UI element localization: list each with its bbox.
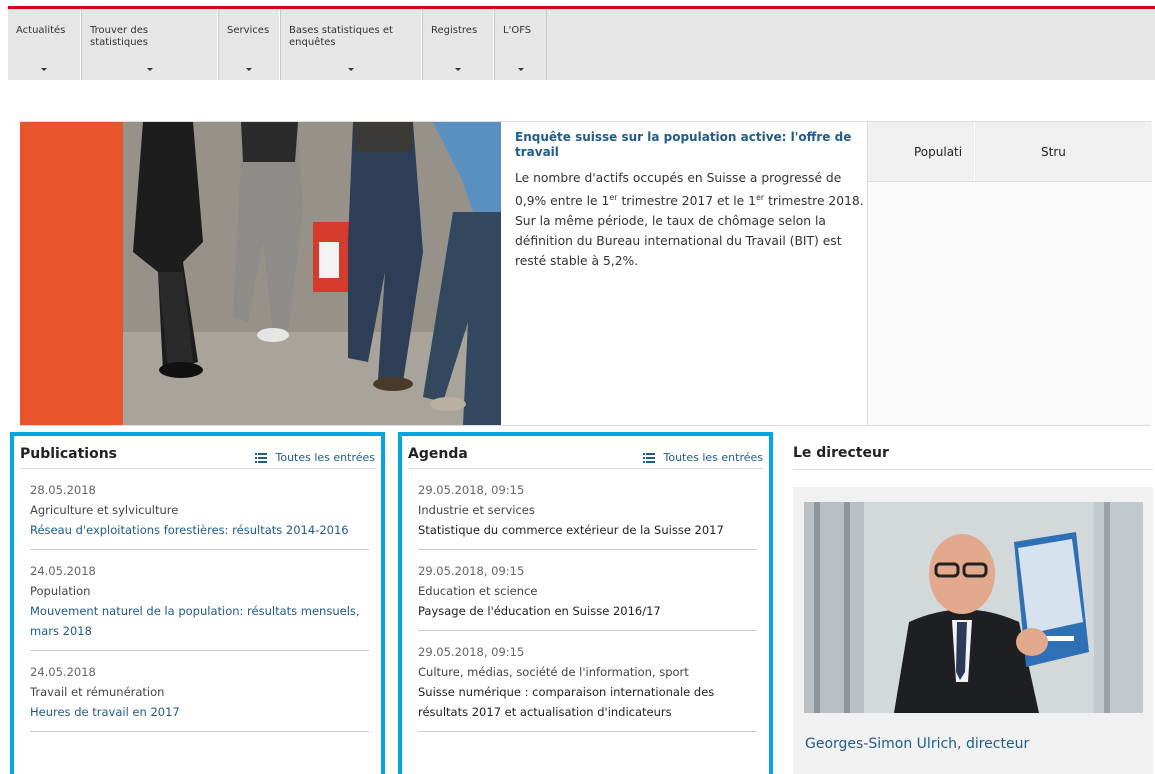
director-card: Georges-Simon Ulrich, directeur	[793, 487, 1153, 774]
nav-item-services[interactable]: Services	[218, 9, 280, 80]
list-item: 29.05.2018, 09:15 Culture, médias, socié…	[418, 631, 757, 732]
entry-category: Population	[30, 584, 91, 598]
list-item: 29.05.2018, 09:15 Education et science P…	[418, 550, 757, 631]
hero-body: Le nombre d'actifs occupés en Suisse a p…	[515, 171, 864, 269]
chevron-down-icon	[348, 68, 354, 71]
nav-item-actualites[interactable]: Actualités	[8, 9, 81, 80]
nav-item-bases-statistiques[interactable]: Bases statistiques et enquêtes	[280, 9, 422, 80]
chevron-down-icon	[517, 68, 524, 71]
agenda-panel: Agenda Toutes les entrées 29.05.2018, 09…	[398, 432, 773, 774]
chevron-down-icon	[146, 68, 153, 71]
agenda-header: Agenda Toutes les entrées	[408, 436, 763, 469]
chevron-down-icon	[246, 68, 252, 71]
agenda-title: Agenda	[408, 446, 468, 462]
entry-date: 29.05.2018, 09:15	[418, 645, 525, 659]
hero-side-panel: Populati Stru	[867, 122, 1152, 425]
entry-title-link[interactable]: Heures de travail en 2017	[30, 702, 369, 722]
nav-item-label: Bases statistiques et enquêtes	[289, 25, 393, 48]
entry-title[interactable]: Suisse numérique : comparaison internati…	[418, 682, 757, 722]
list-item: 24.05.2018 Travail et rémunération Heure…	[30, 651, 369, 732]
nav-item-label: Services	[227, 25, 270, 36]
entry-date: 24.05.2018	[30, 665, 96, 679]
entry-category: Agriculture et sylviculture	[30, 503, 179, 517]
nav-item-label: L'OFS	[503, 25, 532, 36]
entry-title[interactable]: Statistique du commerce extérieur de la …	[418, 520, 757, 540]
hero-title[interactable]: Enquête suisse sur la population active:…	[515, 130, 867, 160]
nav-item-label: Registres	[431, 25, 478, 36]
hero-teaser: Enquête suisse sur la population active:…	[20, 121, 1152, 426]
tab-population[interactable]: Populati	[914, 145, 962, 159]
entry-category: Travail et rémunération	[30, 685, 165, 699]
entry-date: 29.05.2018, 09:15	[418, 564, 525, 578]
list-item: 28.05.2018 Agriculture et sylviculture R…	[30, 469, 369, 550]
director-panel: Le directeur Georges-Simon Ulrich, direc…	[793, 432, 1153, 774]
hero-color-block	[20, 122, 123, 425]
list-icon	[255, 453, 268, 463]
main-nav: Actualités Trouver des statistiques Serv…	[8, 9, 1155, 80]
hero-tabs: Populati Stru	[868, 122, 1152, 182]
tab-divider	[974, 122, 975, 181]
entry-title-link[interactable]: Réseau d'exploitations forestières: résu…	[30, 520, 369, 540]
list-icon	[643, 453, 656, 463]
nav-item-label: Actualités	[16, 25, 66, 36]
publications-all-entries-link[interactable]: Toutes les entrées	[255, 451, 375, 464]
nav-item-label: Trouver des statistiques	[90, 25, 149, 48]
director-name-link[interactable]: Georges-Simon Ulrich, directeur	[805, 736, 1029, 752]
chevron-down-icon	[455, 68, 461, 71]
publications-title: Publications	[20, 446, 118, 462]
agenda-all-entries-link[interactable]: Toutes les entrées	[643, 451, 763, 464]
entry-category: Education et science	[418, 584, 538, 598]
entry-title[interactable]: Paysage de l'éducation en Suisse 2016/17	[418, 601, 757, 621]
list-item: 24.05.2018 Population Mouvement naturel …	[30, 550, 369, 651]
entry-category: Industrie et services	[418, 503, 535, 517]
tab-structure[interactable]: Stru	[1041, 145, 1066, 159]
hero-image[interactable]	[123, 122, 501, 425]
nav-item-trouver-statistiques[interactable]: Trouver des statistiques	[81, 9, 218, 80]
nav-item-registres[interactable]: Registres	[422, 9, 494, 80]
entry-date: 24.05.2018	[30, 564, 96, 578]
hero-content: Enquête suisse sur la population active:…	[515, 130, 867, 271]
entry-title-link[interactable]: Mouvement naturel de la population: résu…	[30, 601, 369, 641]
publications-header: Publications Toutes les entrées	[20, 436, 375, 469]
entry-date: 29.05.2018, 09:15	[418, 483, 525, 497]
director-header: Le directeur	[793, 432, 1153, 470]
chevron-down-icon	[41, 68, 47, 71]
entry-category: Culture, médias, société de l'informatio…	[418, 665, 689, 679]
nav-item-lofs[interactable]: L'OFS	[494, 9, 547, 80]
director-title: Le directeur	[793, 445, 889, 461]
director-photo[interactable]	[804, 502, 1143, 713]
entry-date: 28.05.2018	[30, 483, 96, 497]
publications-panel: Publications Toutes les entrées 28.05.20…	[10, 432, 385, 774]
list-item: 29.05.2018, 09:15 Industrie et services …	[418, 469, 757, 550]
